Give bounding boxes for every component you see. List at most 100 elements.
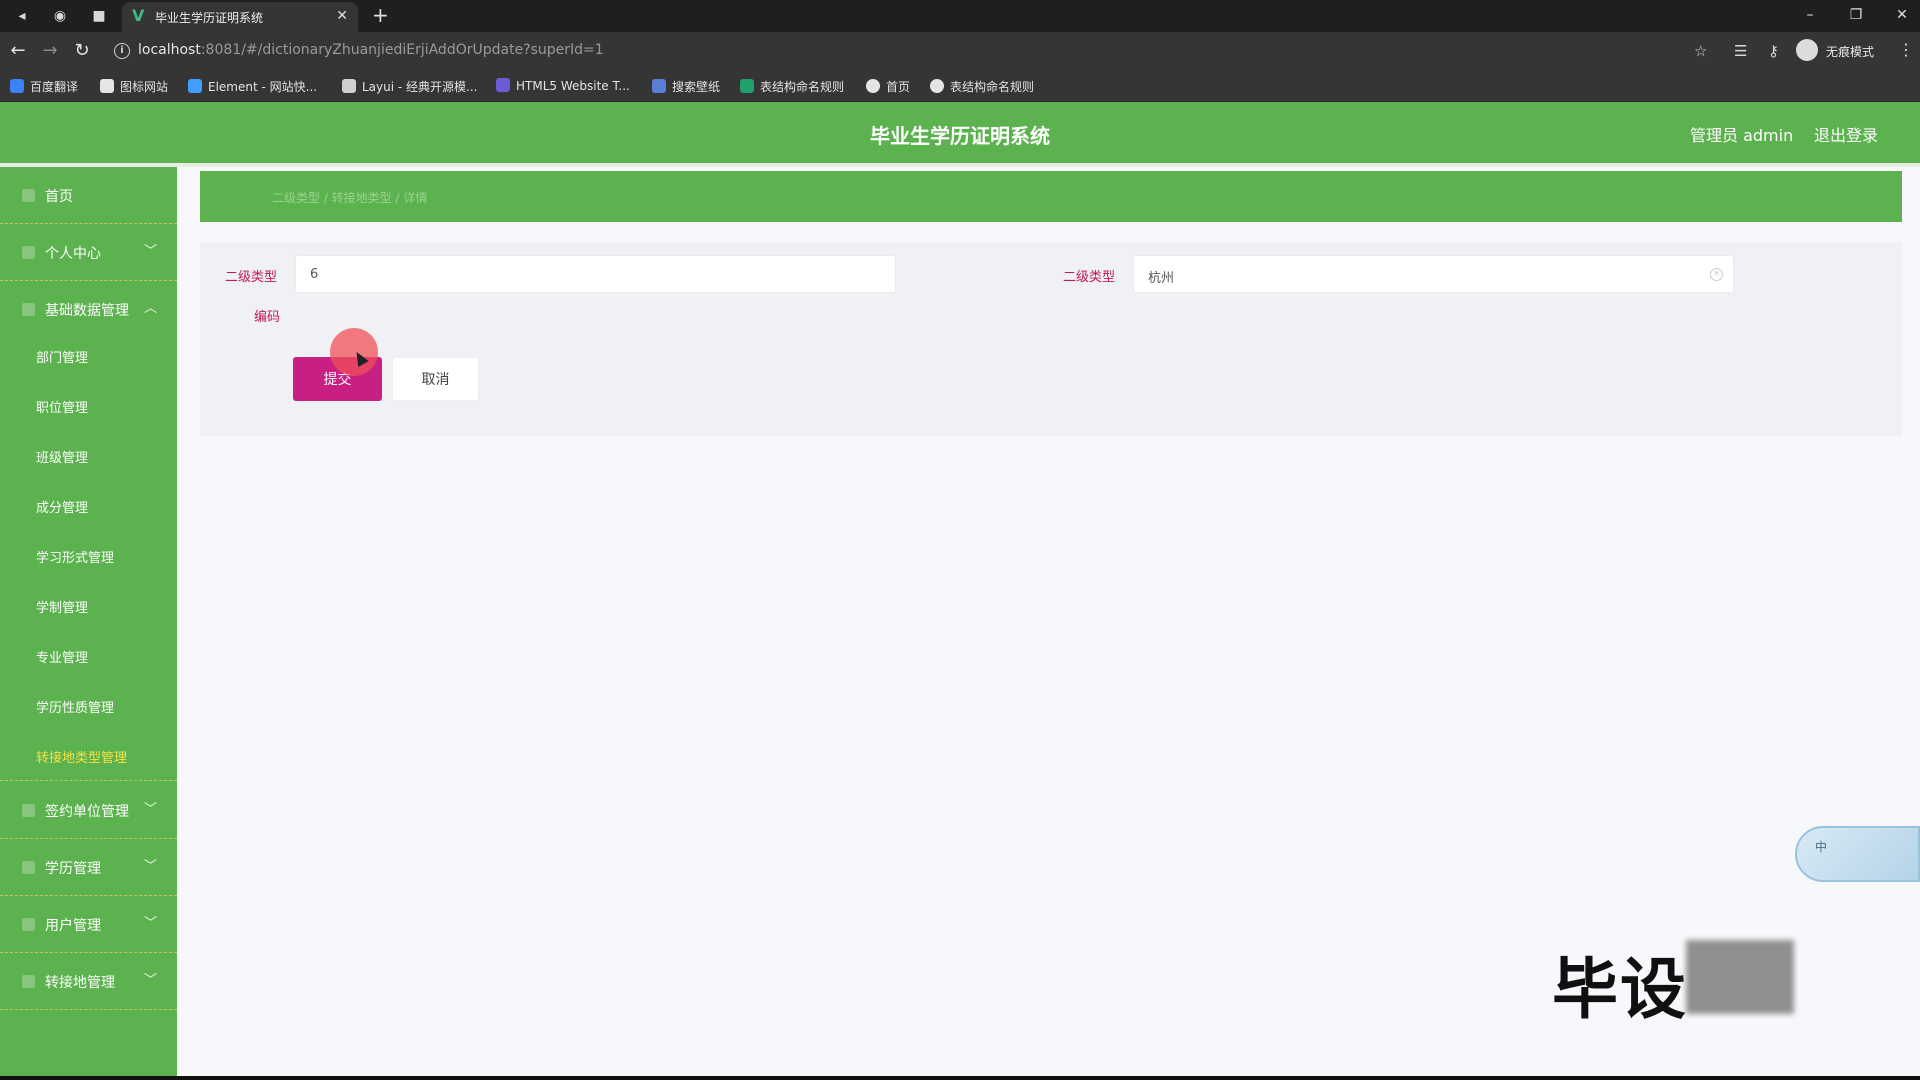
incognito-label[interactable]: 无痕模式 (1826, 43, 1874, 60)
forward-arrow-icon[interactable]: → (39, 40, 61, 62)
browser-tab-bar: ◂ ◉ ■ V 毕业生学历证明系统 ✕ + – ❐ ✕ (0, 0, 1920, 32)
type-input-value: 杭州 (1148, 271, 1175, 286)
reading-list-icon[interactable]: ☰ (1734, 40, 1747, 62)
sidebar-item-personal-center[interactable]: 个人中心 ﹀ (0, 224, 177, 281)
sidebar-subitem-label: 班级管理 (36, 451, 89, 466)
sidebar-item-users[interactable]: 用户管理 ﹀ (0, 896, 177, 953)
cancel-button[interactable]: 取消 (392, 357, 479, 401)
media-back-icon[interactable]: ◂ (12, 6, 32, 26)
site-info-icon[interactable]: i (114, 43, 130, 59)
sidebar-subitem-label: 部门管理 (36, 351, 89, 366)
users-icon (22, 918, 35, 931)
bookmark-item[interactable]: Layui - 经典开源模... (342, 78, 477, 94)
app-header: 毕业生学历证明系统 管理员 admin 退出登录 (0, 102, 1920, 163)
sidebar-subitem-label: 成分管理 (36, 501, 89, 516)
bottom-edge (0, 1076, 1920, 1080)
sidebar-item-basic-data[interactable]: 基础数据管理 ︿ (0, 281, 177, 338)
bookmark-item[interactable]: 表结构命名规则 (930, 78, 1034, 94)
clear-icon[interactable]: × (1710, 268, 1723, 281)
chevron-down-icon: ﹀ (144, 973, 158, 988)
bookmark-label: 表结构命名规则 (950, 80, 1035, 94)
bookmark-item[interactable]: HTML5 Website T... (496, 78, 630, 94)
header-divider (0, 163, 1920, 167)
browser-tab-active[interactable]: V 毕业生学历证明系统 ✕ (122, 2, 358, 32)
transfer-icon (22, 975, 35, 988)
bookmark-label: Element - 网站快... (208, 80, 318, 94)
bookmark-label: 首页 (886, 80, 911, 94)
back-arrow-icon[interactable]: ← (7, 40, 29, 62)
bookmark-icon (652, 79, 666, 93)
ime-floating-widget[interactable]: 中 (1795, 826, 1920, 882)
sidebar-subitem-degree-nature[interactable]: 学历性质管理 (0, 681, 177, 731)
sidebar-item-home[interactable]: 首页 (0, 167, 177, 224)
sidebar-subitem-label: 转接地类型管理 (36, 751, 128, 766)
sidebar-subitem-label: 专业管理 (36, 651, 89, 666)
bookmark-label: 图标网站 (120, 80, 169, 94)
breadcrumb-text: 二级类型 / 转接地类型 / 详情 (272, 191, 428, 205)
watermark-text: 毕设 (1552, 951, 1688, 1028)
address-bar[interactable]: i localhost:8081/#/dictionaryZhuanjiediE… (104, 37, 1704, 65)
sidebar-item-label: 个人中心 (45, 246, 101, 262)
bookmark-label: Layui - 经典开源模... (362, 80, 478, 94)
grid-icon (22, 303, 35, 316)
restore-icon[interactable]: ❐ (1838, 4, 1874, 26)
bookmark-star-icon[interactable]: ☆ (1694, 40, 1707, 62)
sidebar-subitem-transfer-type[interactable]: 转接地类型管理 (0, 731, 177, 781)
bookmark-item[interactable]: 搜索壁纸 (652, 78, 720, 94)
sidebar-item-degree[interactable]: 学历管理 ﹀ (0, 839, 177, 896)
browser-menu-icon[interactable]: ⋮ (1898, 40, 1914, 59)
sidebar-item-label: 首页 (45, 189, 73, 205)
chevron-down-icon: ﹀ (144, 916, 158, 931)
bookmark-icon (740, 79, 754, 93)
bookmark-item[interactable]: 百度翻译 (10, 78, 78, 94)
bookmark-icon (866, 79, 880, 93)
user-icon (22, 246, 35, 259)
sidebar-subitem-study-length[interactable]: 学制管理 (0, 581, 177, 631)
breadcrumb: 二级类型 / 转接地类型 / 详情 (200, 171, 1902, 222)
bookmark-icon (342, 79, 356, 93)
code-input[interactable]: 6 (295, 255, 896, 293)
sidebar-subitem-composition[interactable]: 成分管理 (0, 481, 177, 531)
sidebar-item-label: 转接地管理 (45, 975, 115, 991)
url-text[interactable]: localhost:8081/#/dictionaryZhuanjiediErj… (138, 42, 604, 58)
tab-close-icon[interactable]: ✕ (336, 8, 348, 24)
sidebar-subitem-class[interactable]: 班级管理 (0, 431, 177, 481)
sidebar: 首页 个人中心 ﹀ 基础数据管理 ︿ 部门管理 职位管理 班级管理 成分管理 学… (0, 167, 177, 1080)
type-input[interactable]: 杭州 × (1133, 255, 1734, 293)
sidebar-item-label: 用户管理 (45, 918, 101, 934)
reload-icon[interactable]: ↻ (71, 40, 93, 62)
bookmark-icon (100, 79, 114, 93)
sidebar-item-label: 签约单位管理 (45, 804, 129, 820)
sidebar-subitem-label: 学制管理 (36, 601, 89, 616)
bookmark-item[interactable]: 首页 (866, 78, 910, 94)
bookmark-item[interactable]: Element - 网站快... (188, 78, 317, 94)
building-icon (22, 804, 35, 817)
sidebar-subitem-label: 学历性质管理 (36, 701, 115, 716)
chevron-down-icon: ﹀ (144, 244, 158, 259)
code-field-label-suffix: 编码 (254, 310, 281, 325)
globe-icon[interactable]: ◉ (50, 6, 70, 26)
bookmark-item[interactable]: 表结构命名规则 (740, 78, 844, 94)
sidebar-item-signing-unit[interactable]: 签约单位管理 ﹀ (0, 782, 177, 839)
admin-user-label: 管理员 admin (1690, 126, 1794, 145)
tab-title: 毕业生学历证明系统 (155, 11, 264, 25)
sidebar-item-transfer[interactable]: 转接地管理 ﹀ (0, 953, 177, 1010)
sidebar-subitem-position[interactable]: 职位管理 (0, 381, 177, 431)
sidebar-subitem-department[interactable]: 部门管理 (0, 331, 177, 381)
logout-link[interactable]: 退出登录 (1814, 122, 1878, 146)
incognito-icon[interactable] (1796, 39, 1818, 61)
close-window-icon[interactable]: ✕ (1884, 4, 1920, 26)
bookmark-icon (930, 79, 944, 93)
sidebar-subitem-major[interactable]: 专业管理 (0, 631, 177, 681)
url-path: :8081/#/dictionaryZhuanjiediErjiAddOrUpd… (200, 42, 604, 58)
bookmark-item[interactable]: 图标网站 (100, 78, 168, 94)
window-icon[interactable]: ■ (89, 6, 109, 26)
sidebar-item-label: 学历管理 (45, 861, 101, 877)
key-icon[interactable]: ⚷ (1768, 40, 1779, 62)
sidebar-subitem-study-form[interactable]: 学习形式管理 (0, 531, 177, 581)
vue-favicon-icon: V (132, 6, 145, 25)
type-field-label: 二级类型 (1063, 270, 1116, 285)
code-field-label: 二级类型 (225, 270, 278, 285)
new-tab-icon[interactable]: + (372, 4, 389, 26)
minimize-icon[interactable]: – (1792, 4, 1828, 26)
